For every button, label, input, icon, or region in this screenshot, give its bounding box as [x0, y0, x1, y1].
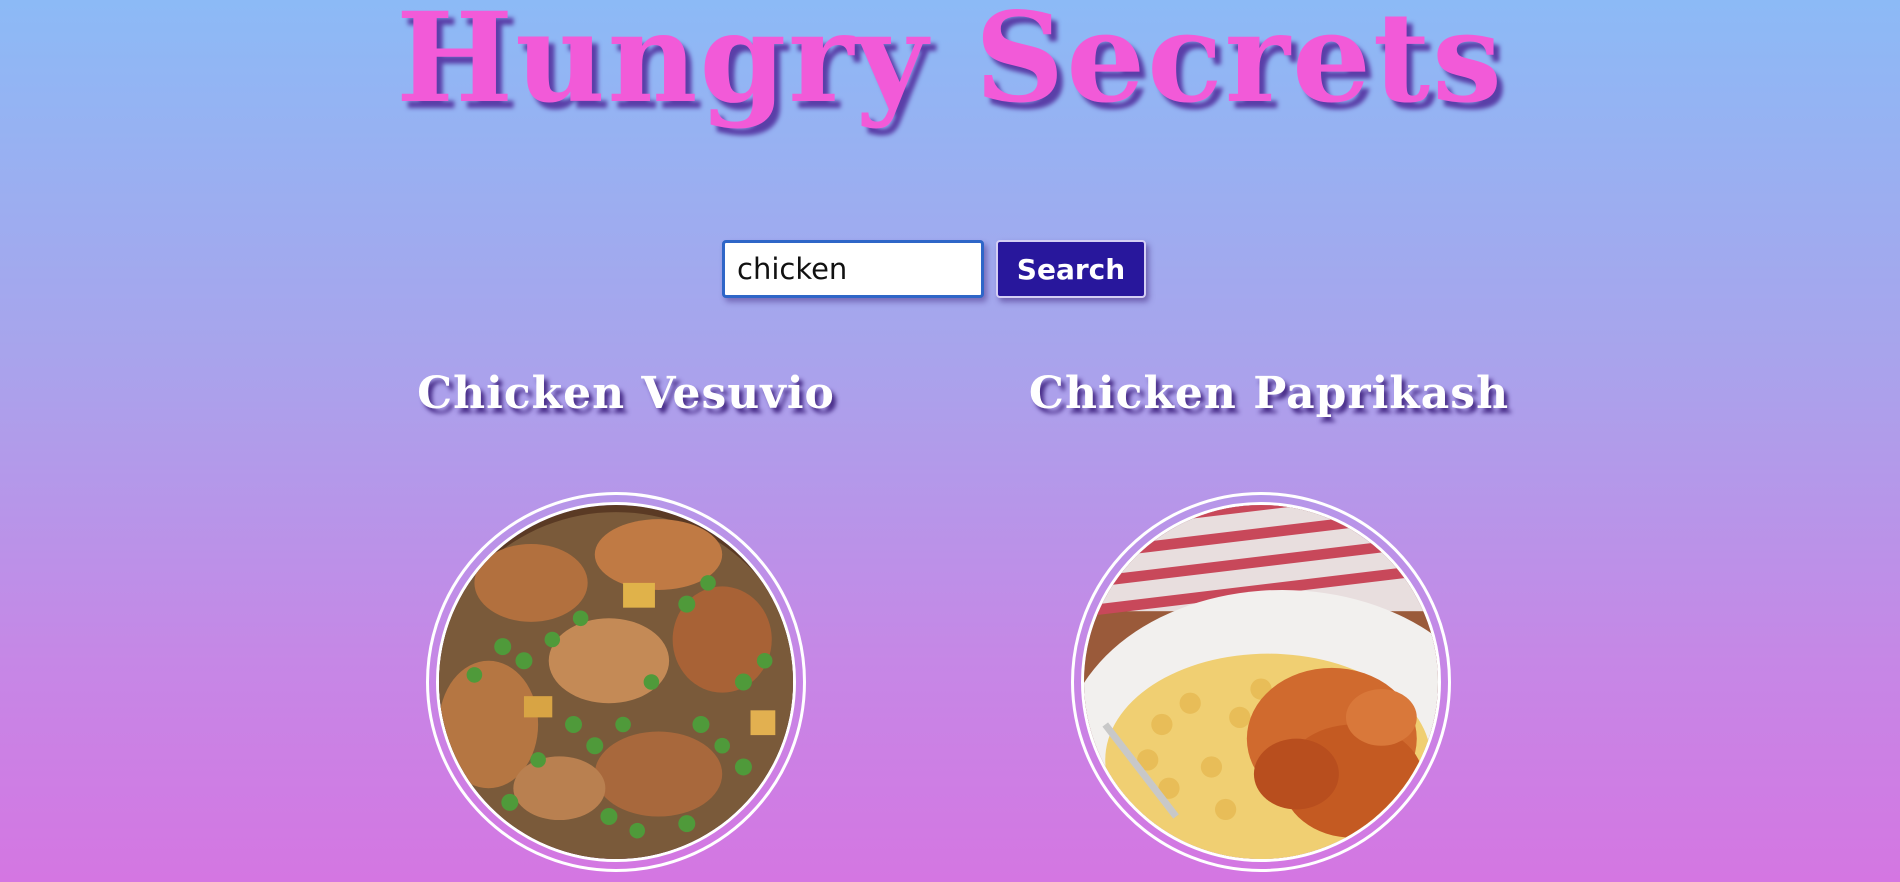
recipe-image[interactable]: [426, 492, 806, 872]
site-title: Hungry Secrets: [396, 0, 1504, 131]
search-button[interactable]: Search: [996, 240, 1146, 298]
chicken-vesuvio-photo: [439, 505, 793, 859]
recipe-image[interactable]: [1071, 492, 1451, 872]
recipe-card[interactable]: Chicken Paprikash: [989, 368, 1549, 872]
search-input[interactable]: [722, 240, 984, 298]
recipe-title[interactable]: Chicken Paprikash: [989, 368, 1549, 419]
recipe-title[interactable]: Chicken Vesuvio: [346, 368, 906, 419]
search-bar: Search: [722, 240, 1146, 298]
chicken-paprikash-photo: [1084, 505, 1438, 859]
recipe-card[interactable]: Chicken Vesuvio: [346, 368, 906, 872]
